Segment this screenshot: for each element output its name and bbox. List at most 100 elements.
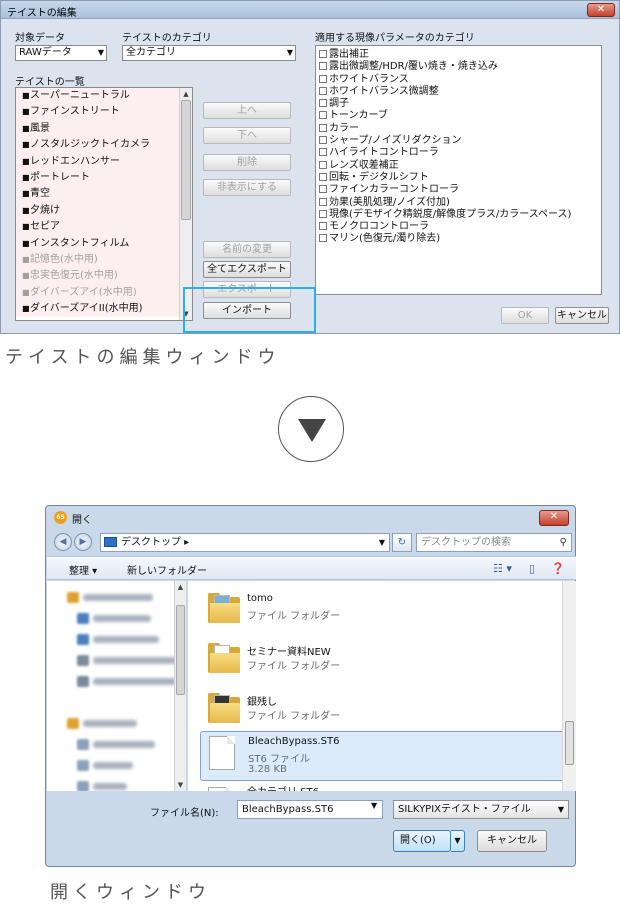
address-bar[interactable]: デスクトップ ▸ ▼ [100, 533, 390, 552]
chevron-down-icon[interactable]: ▼ [379, 534, 385, 551]
open-button[interactable]: 開く(O) [393, 830, 451, 852]
taste-list-item[interactable]: ■記憶色(水中用) [16, 251, 192, 269]
scroll-down-icon[interactable]: ▼ [175, 779, 186, 791]
file-item[interactable]: 銀残し ファイル フォルダー [200, 687, 570, 735]
param-category-item[interactable]: ハイライトコントローラ [316, 147, 601, 159]
file-list[interactable]: tomo ファイル フォルダー セミナー資料NEW ファイル フォルダー 銀残し… [188, 581, 576, 791]
file-item[interactable]: 全カテゴリ.ST6 [200, 783, 570, 791]
file-item-selected[interactable]: BleachBypass.ST6 ST6 ファイル 3.28 KB [200, 731, 570, 781]
checkbox[interactable] [319, 111, 327, 120]
nav-item[interactable] [47, 718, 186, 730]
checkbox[interactable] [319, 123, 327, 132]
checkbox[interactable] [319, 209, 327, 218]
refresh-button[interactable]: ↻ [392, 533, 412, 552]
checkbox[interactable] [319, 99, 327, 108]
param-category-item[interactable]: 露出微調整/HDR/覆い焼き・焼き込み [316, 61, 601, 73]
nav-scrollbar[interactable]: ▲ ▼ [174, 581, 186, 791]
checkbox[interactable] [319, 62, 327, 71]
checkbox[interactable] [319, 222, 327, 231]
taste-list-item[interactable]: ■風景 [16, 120, 192, 138]
scroll-thumb[interactable] [181, 100, 191, 220]
taste-list-scrollbar[interactable]: ▲ ▼ [179, 88, 192, 320]
nav-item[interactable] [47, 634, 186, 646]
checkbox[interactable] [319, 74, 327, 83]
param-category-item[interactable]: シャープ/ノイズリダクション [316, 135, 601, 147]
filetype-select[interactable]: SILKYPIXテイスト・ファイル ▼ [393, 800, 569, 819]
taste-list-item[interactable]: ■ファインストリート [16, 104, 192, 121]
param-category-item[interactable]: 調子 [316, 98, 601, 110]
ok-button[interactable]: OK [501, 307, 549, 324]
checkbox[interactable] [319, 234, 327, 243]
param-category-item[interactable]: カラー [316, 123, 601, 135]
checkbox[interactable] [319, 160, 327, 169]
preview-pane-icon[interactable]: ▯ [529, 562, 535, 575]
checkbox[interactable] [319, 50, 327, 58]
rename-button[interactable]: 名前の変更 [203, 241, 291, 258]
file-item[interactable]: セミナー資料NEW ファイル フォルダー [200, 637, 570, 685]
checkbox[interactable] [319, 185, 327, 194]
cancel-button[interactable]: キャンセル [477, 830, 547, 852]
scroll-thumb[interactable] [176, 605, 185, 695]
taste-list-item[interactable]: ■忠実色復元(水中用) [16, 268, 192, 285]
nav-item[interactable] [47, 592, 186, 604]
param-category-list[interactable]: 露出補正 露出微調整/HDR/覆い焼き・焼き込み ホワイトバランス ホワイトバランス微… [315, 45, 602, 295]
move-down-button[interactable]: 下へ [203, 127, 291, 144]
nav-item[interactable] [47, 655, 186, 667]
taste-list-item[interactable]: ■スーパーニュートラル [16, 88, 192, 105]
target-data-select[interactable]: RAWデータ ▼ [15, 45, 107, 61]
checkbox[interactable] [319, 136, 327, 145]
new-folder-button[interactable]: 新しいフォルダー [127, 562, 207, 577]
taste-list-item[interactable]: ■夕焼け [16, 202, 192, 220]
nav-item[interactable] [47, 676, 186, 688]
param-category-item[interactable]: 露出補正 [316, 49, 601, 61]
checkbox[interactable] [319, 148, 327, 157]
forward-button[interactable]: ▶ [74, 533, 92, 551]
navigation-pane[interactable]: ▲ ▼ [47, 581, 187, 791]
taste-list-item[interactable]: ■ダイバーズアイ(水中用) [16, 284, 192, 302]
param-category-item[interactable]: ホワイトバランス [316, 74, 601, 86]
param-category-item[interactable]: ファインカラーコントローラ [316, 184, 601, 196]
param-category-item[interactable]: マリン(色復元/濁り除去) [316, 233, 601, 245]
search-input[interactable]: デスクトップの検索 ⚲ [416, 533, 572, 552]
taste-list-item[interactable]: ■インスタントフィルム [16, 235, 192, 252]
file-item[interactable]: tomo ファイル フォルダー [200, 587, 570, 635]
filename-input[interactable]: BleachBypass.ST6 [237, 800, 383, 819]
organize-button[interactable]: 整理 ▾ [69, 562, 97, 577]
nav-item[interactable] [47, 781, 186, 791]
param-category-item[interactable]: 回転・デジタルシフト [316, 172, 601, 184]
hide-button[interactable]: 非表示にする [203, 179, 291, 196]
param-category-item[interactable]: 現像(デモザイク精鋭度/解像度プラス/カラースペース) [316, 209, 601, 221]
close-button[interactable]: ✕ [587, 3, 615, 17]
back-button[interactable]: ◀ [54, 533, 72, 551]
nav-item[interactable] [47, 739, 186, 751]
open-options-button[interactable]: ▼ [451, 830, 465, 852]
taste-list-item[interactable]: ■青空 [16, 186, 192, 203]
param-category-item[interactable]: トーンカーブ [316, 110, 601, 122]
nav-item[interactable] [47, 613, 186, 625]
help-icon[interactable]: ❓ [551, 562, 565, 575]
move-up-button[interactable]: 上へ [203, 102, 291, 119]
taste-list-item[interactable]: ■ポートレート [16, 169, 192, 187]
taste-list[interactable]: ■スーパーニュートラル ■ファインストリート ■風景 ■ノスタルジックトイカメラ ■レッ… [15, 87, 193, 321]
param-category-item[interactable]: モノクロコントローラ [316, 221, 601, 233]
scroll-thumb[interactable] [565, 721, 574, 765]
checkbox[interactable] [319, 86, 327, 95]
delete-button[interactable]: 削除 [203, 154, 291, 171]
taste-list-item[interactable]: ■セピア [16, 219, 192, 236]
nav-item[interactable] [47, 760, 186, 772]
taste-category-select[interactable]: 全カテゴリ ▼ [122, 45, 296, 61]
taste-list-item[interactable]: ■レッドエンハンサー [16, 153, 192, 170]
param-category-item[interactable]: レンズ収差補正 [316, 160, 601, 172]
cancel-button[interactable]: キャンセル [555, 307, 609, 324]
scroll-up-icon[interactable]: ▲ [180, 88, 192, 100]
param-category-item[interactable]: ホワイトバランス微調整 [316, 86, 601, 98]
taste-list-item[interactable]: ■ノスタルジックトイカメラ [16, 137, 192, 154]
close-button[interactable]: ✕ [539, 510, 569, 526]
scroll-up-icon[interactable]: ▲ [175, 581, 186, 593]
export-all-button[interactable]: 全てエクスポート [203, 261, 291, 278]
param-category-item[interactable]: 効果(美肌処理/ノイズ付加) [316, 197, 601, 209]
checkbox[interactable] [319, 172, 327, 181]
file-scrollbar[interactable] [562, 581, 576, 791]
taste-list-item[interactable]: ■ダイバーズアイII(水中用) [16, 301, 192, 318]
chevron-down-icon[interactable]: ▼ [371, 801, 377, 810]
